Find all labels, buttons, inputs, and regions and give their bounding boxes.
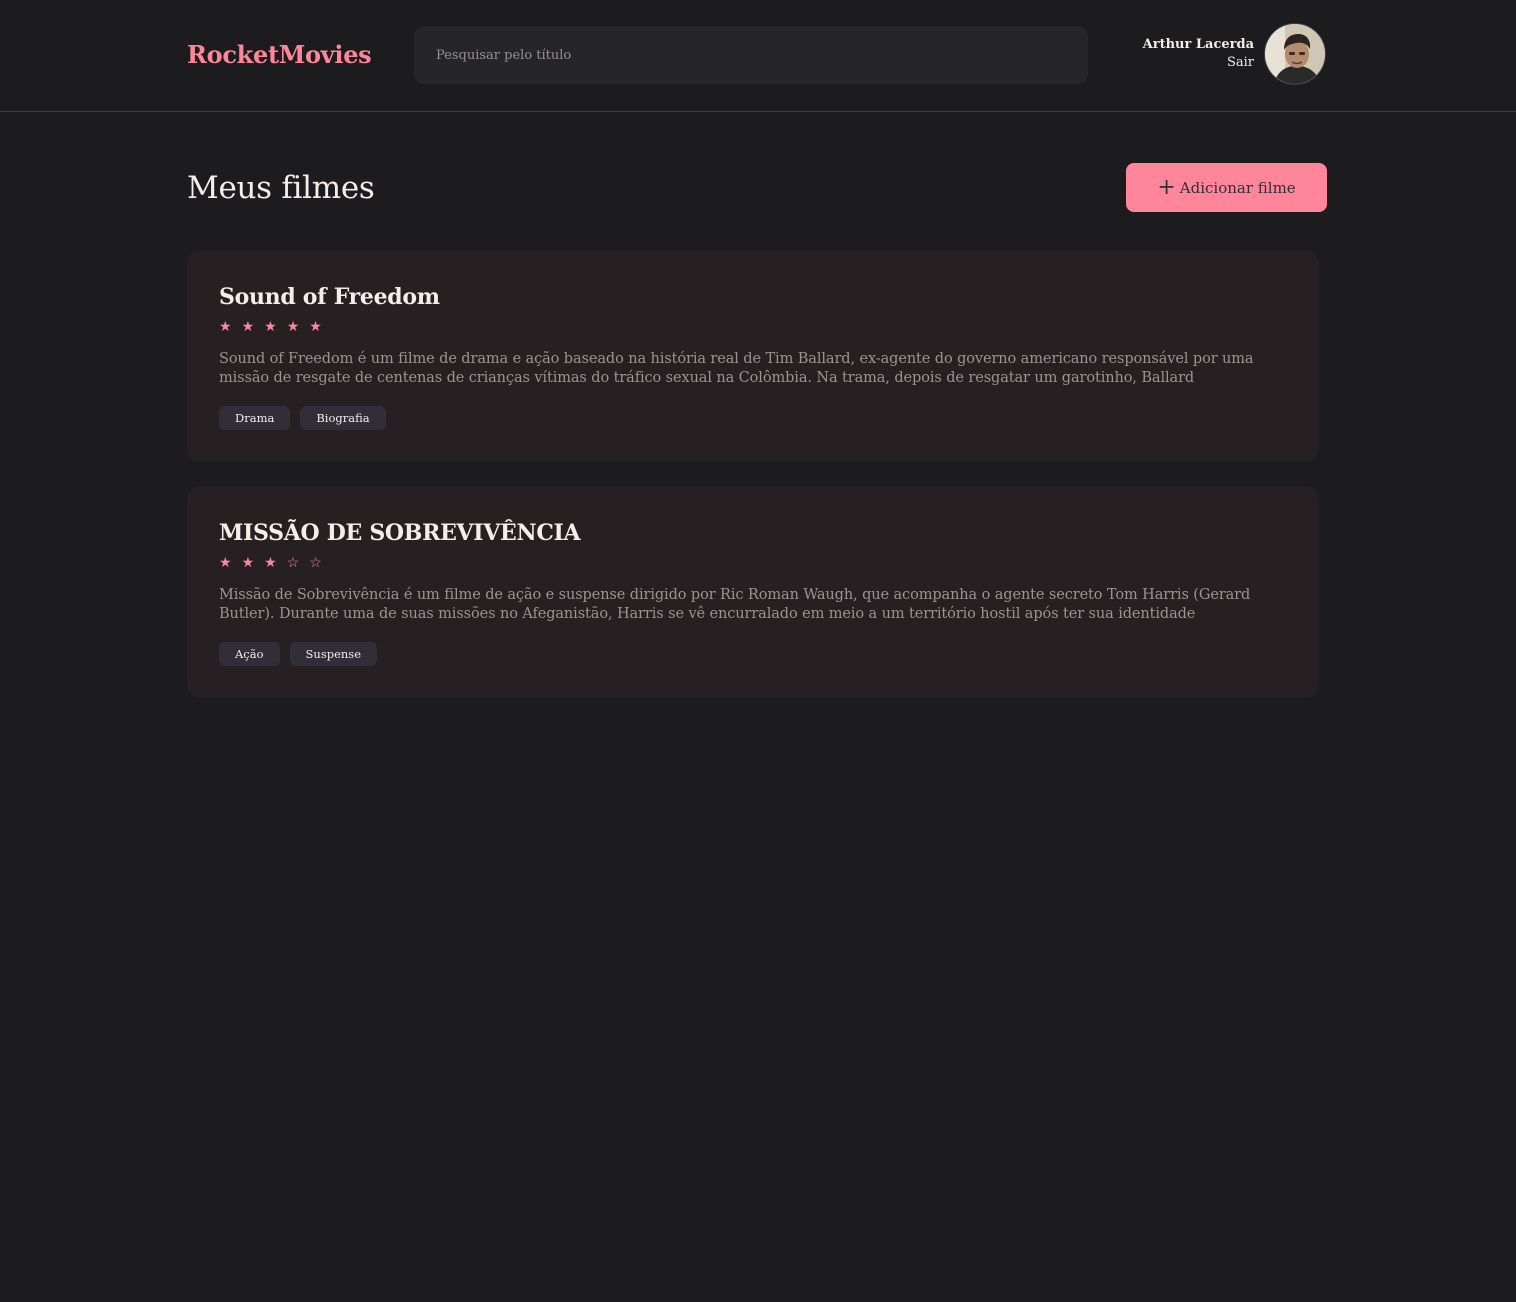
rating-stars: ★ ★ ★ ★ ★	[219, 318, 1287, 336]
rating-stars: ★ ★ ★ ☆ ☆	[219, 554, 1287, 572]
add-movie-button[interactable]: + Adicionar filme	[1126, 163, 1327, 212]
movie-card[interactable]: Sound of Freedom ★ ★ ★ ★ ★ Sound of Freedom …	[187, 250, 1319, 462]
star-filled-icon: ★	[286, 319, 300, 335]
user-profile: Arthur Lacerda Sair	[1143, 22, 1326, 86]
brand-logo[interactable]: RocketMovies	[187, 40, 372, 70]
tag: Biografia	[300, 406, 386, 430]
tag: Ação	[219, 642, 280, 666]
profile-text: Arthur Lacerda Sair	[1143, 36, 1254, 72]
tag: Drama	[219, 406, 291, 430]
star-filled-icon: ★	[219, 555, 232, 571]
tag-list: Drama Biografia	[219, 406, 1287, 430]
star-filled-icon: ★	[309, 319, 322, 335]
user-name[interactable]: Arthur Lacerda	[1143, 36, 1254, 54]
star-outline-icon: ☆	[286, 555, 300, 571]
star-outline-icon: ☆	[309, 555, 322, 571]
movie-description: Sound of Freedom é um filme de drama e a…	[219, 351, 1254, 386]
tag-list: Ação Suspense	[219, 642, 1287, 666]
star-filled-icon: ★	[241, 555, 255, 571]
star-filled-icon: ★	[264, 319, 277, 335]
signout-link[interactable]: Sair	[1143, 54, 1254, 72]
movie-description: Missão de Sobrevivência é um filme de aç…	[219, 587, 1251, 622]
star-filled-icon: ★	[219, 319, 232, 335]
search-input[interactable]	[434, 46, 1058, 64]
movie-title: MISSÃO DE SOBREVIVÊNCIA	[219, 520, 581, 546]
avatar-photo-icon	[1265, 24, 1325, 84]
plus-icon: +	[1157, 174, 1176, 200]
star-filled-icon: ★	[241, 319, 255, 335]
add-movie-label: Adicionar filme	[1179, 178, 1296, 197]
search-bar[interactable]	[414, 26, 1088, 84]
movie-card[interactable]: MISSÃO DE SOBREVIVÊNCIA ★ ★ ★ ☆ ☆ Missão de …	[187, 486, 1319, 698]
tag: Suspense	[289, 642, 377, 666]
avatar[interactable]	[1264, 23, 1326, 85]
page-title: Meus filmes	[187, 170, 375, 206]
star-filled-icon: ★	[264, 555, 277, 571]
movie-title: Sound of Freedom	[219, 284, 440, 310]
app-header: RocketMovies Arthur Lacerda Sair	[0, 0, 1516, 112]
